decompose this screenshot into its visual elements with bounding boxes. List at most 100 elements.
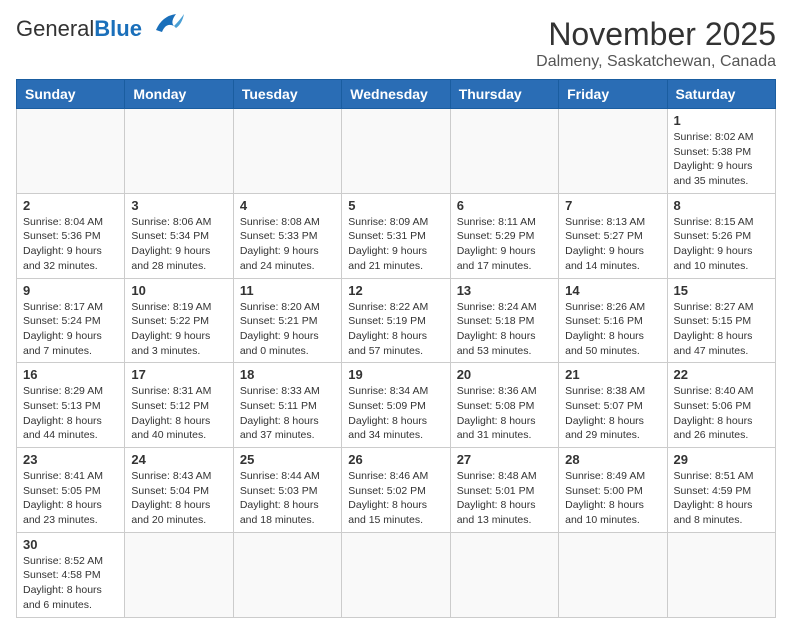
- day-info: Sunrise: 8:46 AM Sunset: 5:02 PM Dayligh…: [348, 469, 443, 528]
- day-number: 5: [348, 198, 443, 213]
- month-title: November 2025: [536, 16, 776, 53]
- calendar-cell: 10 Sunrise: 8:19 AM Sunset: 5:22 PM Dayli…: [125, 278, 233, 363]
- weekday-header-sunday: Sunday: [17, 80, 125, 109]
- day-number: 21: [565, 367, 660, 382]
- weekday-header-thursday: Thursday: [450, 80, 558, 109]
- calendar-cell: 7 Sunrise: 8:13 AM Sunset: 5:27 PM Daylig…: [559, 193, 667, 278]
- day-info: Sunrise: 8:27 AM Sunset: 5:15 PM Dayligh…: [674, 300, 769, 359]
- calendar-cell: 18 Sunrise: 8:33 AM Sunset: 5:11 PM Dayli…: [233, 363, 341, 448]
- calendar-cell: [667, 532, 775, 617]
- logo-bird-icon: [146, 12, 184, 38]
- day-number: 17: [131, 367, 226, 382]
- day-number: 2: [23, 198, 118, 213]
- calendar-cell: 11 Sunrise: 8:20 AM Sunset: 5:21 PM Dayli…: [233, 278, 341, 363]
- calendar-cell: 20 Sunrise: 8:36 AM Sunset: 5:08 PM Dayli…: [450, 363, 558, 448]
- day-number: 8: [674, 198, 769, 213]
- day-info: Sunrise: 8:11 AM Sunset: 5:29 PM Dayligh…: [457, 215, 552, 274]
- day-info: Sunrise: 8:09 AM Sunset: 5:31 PM Dayligh…: [348, 215, 443, 274]
- logo-text: GeneralBlue: [16, 16, 142, 42]
- weekday-header-tuesday: Tuesday: [233, 80, 341, 109]
- calendar-cell: 30 Sunrise: 8:52 AM Sunset: 4:58 PM Dayli…: [17, 532, 125, 617]
- day-number: 22: [674, 367, 769, 382]
- day-info: Sunrise: 8:24 AM Sunset: 5:18 PM Dayligh…: [457, 300, 552, 359]
- day-number: 14: [565, 283, 660, 298]
- calendar-cell: [450, 109, 558, 194]
- day-info: Sunrise: 8:36 AM Sunset: 5:08 PM Dayligh…: [457, 384, 552, 443]
- location-title: Dalmeny, Saskatchewan, Canada: [536, 53, 776, 71]
- calendar-cell: 19 Sunrise: 8:34 AM Sunset: 5:09 PM Dayli…: [342, 363, 450, 448]
- calendar-cell: 23 Sunrise: 8:41 AM Sunset: 5:05 PM Dayli…: [17, 448, 125, 533]
- day-info: Sunrise: 8:31 AM Sunset: 5:12 PM Dayligh…: [131, 384, 226, 443]
- calendar-cell: 15Sunrise: 8:27 AM Sunset: 5:15 PM Dayli…: [667, 278, 775, 363]
- day-info: Sunrise: 8:22 AM Sunset: 5:19 PM Dayligh…: [348, 300, 443, 359]
- day-number: 26: [348, 452, 443, 467]
- day-info: Sunrise: 8:52 AM Sunset: 4:58 PM Dayligh…: [23, 554, 118, 613]
- day-info: Sunrise: 8:19 AM Sunset: 5:22 PM Dayligh…: [131, 300, 226, 359]
- calendar-cell: 17 Sunrise: 8:31 AM Sunset: 5:12 PM Dayli…: [125, 363, 233, 448]
- calendar-cell: [233, 532, 341, 617]
- calendar-cell: 27 Sunrise: 8:48 AM Sunset: 5:01 PM Dayli…: [450, 448, 558, 533]
- calendar-cell: 5 Sunrise: 8:09 AM Sunset: 5:31 PM Daylig…: [342, 193, 450, 278]
- day-number: 24: [131, 452, 226, 467]
- calendar-week-row: 16Sunrise: 8:29 AM Sunset: 5:13 PM Dayli…: [17, 363, 776, 448]
- calendar-week-row: 30 Sunrise: 8:52 AM Sunset: 4:58 PM Dayli…: [17, 532, 776, 617]
- day-info: Sunrise: 8:51 AM Sunset: 4:59 PM Dayligh…: [674, 469, 769, 528]
- day-info: Sunrise: 8:13 AM Sunset: 5:27 PM Dayligh…: [565, 215, 660, 274]
- calendar-cell: 24 Sunrise: 8:43 AM Sunset: 5:04 PM Dayli…: [125, 448, 233, 533]
- calendar-cell: 29 Sunrise: 8:51 AM Sunset: 4:59 PM Dayli…: [667, 448, 775, 533]
- day-number: 29: [674, 452, 769, 467]
- calendar-cell: 25Sunrise: 8:44 AM Sunset: 5:03 PM Dayli…: [233, 448, 341, 533]
- day-info: Sunrise: 8:41 AM Sunset: 5:05 PM Dayligh…: [23, 469, 118, 528]
- calendar-week-row: 9 Sunrise: 8:17 AM Sunset: 5:24 PM Daylig…: [17, 278, 776, 363]
- calendar-cell: [450, 532, 558, 617]
- day-info: Sunrise: 8:48 AM Sunset: 5:01 PM Dayligh…: [457, 469, 552, 528]
- day-number: 28: [565, 452, 660, 467]
- day-info: Sunrise: 8:02 AM Sunset: 5:38 PM Dayligh…: [674, 130, 769, 189]
- day-info: Sunrise: 8:26 AM Sunset: 5:16 PM Dayligh…: [565, 300, 660, 359]
- day-number: 16: [23, 367, 118, 382]
- calendar-cell: [125, 532, 233, 617]
- day-number: 23: [23, 452, 118, 467]
- day-number: 11: [240, 283, 335, 298]
- day-number: 27: [457, 452, 552, 467]
- weekday-header-monday: Monday: [125, 80, 233, 109]
- calendar-cell: [559, 109, 667, 194]
- day-info: Sunrise: 8:34 AM Sunset: 5:09 PM Dayligh…: [348, 384, 443, 443]
- day-info: Sunrise: 8:38 AM Sunset: 5:07 PM Dayligh…: [565, 384, 660, 443]
- day-number: 10: [131, 283, 226, 298]
- calendar-cell: 22Sunrise: 8:40 AM Sunset: 5:06 PM Dayli…: [667, 363, 775, 448]
- calendar-cell: 12 Sunrise: 8:22 AM Sunset: 5:19 PM Dayli…: [342, 278, 450, 363]
- day-number: 12: [348, 283, 443, 298]
- calendar-cell: 1Sunrise: 8:02 AM Sunset: 5:38 PM Daylig…: [667, 109, 775, 194]
- day-number: 9: [23, 283, 118, 298]
- weekday-header-friday: Friday: [559, 80, 667, 109]
- calendar-cell: 16Sunrise: 8:29 AM Sunset: 5:13 PM Dayli…: [17, 363, 125, 448]
- day-info: Sunrise: 8:15 AM Sunset: 5:26 PM Dayligh…: [674, 215, 769, 274]
- day-number: 4: [240, 198, 335, 213]
- day-info: Sunrise: 8:49 AM Sunset: 5:00 PM Dayligh…: [565, 469, 660, 528]
- day-number: 30: [23, 537, 118, 552]
- page-header: GeneralBlue November 2025 Dalmeny, Saska…: [16, 16, 776, 71]
- day-number: 13: [457, 283, 552, 298]
- day-info: Sunrise: 8:43 AM Sunset: 5:04 PM Dayligh…: [131, 469, 226, 528]
- day-number: 19: [348, 367, 443, 382]
- calendar-cell: 9 Sunrise: 8:17 AM Sunset: 5:24 PM Daylig…: [17, 278, 125, 363]
- day-info: Sunrise: 8:17 AM Sunset: 5:24 PM Dayligh…: [23, 300, 118, 359]
- calendar-week-row: 23 Sunrise: 8:41 AM Sunset: 5:05 PM Dayli…: [17, 448, 776, 533]
- calendar-cell: [342, 109, 450, 194]
- calendar-cell: 21 Sunrise: 8:38 AM Sunset: 5:07 PM Dayli…: [559, 363, 667, 448]
- calendar-cell: 28 Sunrise: 8:49 AM Sunset: 5:00 PM Dayli…: [559, 448, 667, 533]
- day-number: 25: [240, 452, 335, 467]
- day-info: Sunrise: 8:33 AM Sunset: 5:11 PM Dayligh…: [240, 384, 335, 443]
- day-info: Sunrise: 8:06 AM Sunset: 5:34 PM Dayligh…: [131, 215, 226, 274]
- day-info: Sunrise: 8:20 AM Sunset: 5:21 PM Dayligh…: [240, 300, 335, 359]
- day-info: Sunrise: 8:04 AM Sunset: 5:36 PM Dayligh…: [23, 215, 118, 274]
- day-number: 20: [457, 367, 552, 382]
- day-number: 7: [565, 198, 660, 213]
- day-number: 18: [240, 367, 335, 382]
- calendar-week-row: 2 Sunrise: 8:04 AM Sunset: 5:36 PM Daylig…: [17, 193, 776, 278]
- calendar-cell: [125, 109, 233, 194]
- calendar-cell: [233, 109, 341, 194]
- calendar-cell: [342, 532, 450, 617]
- calendar-cell: 26 Sunrise: 8:46 AM Sunset: 5:02 PM Dayli…: [342, 448, 450, 533]
